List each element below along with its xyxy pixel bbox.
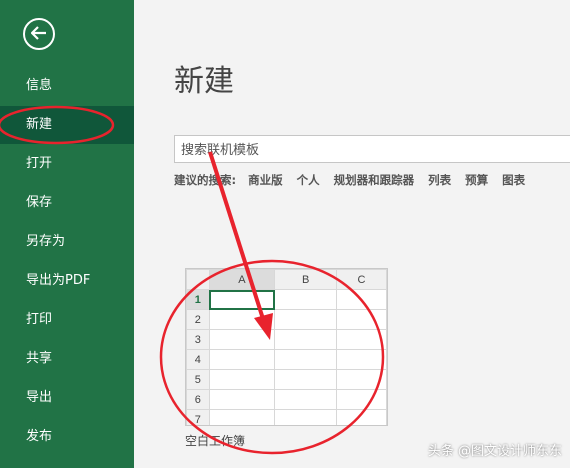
nav-item-new[interactable]: 新建 xyxy=(0,106,134,144)
suggestion-personal[interactable]: 个人 xyxy=(297,172,320,188)
nav-item-share[interactable]: 共享 xyxy=(0,340,134,378)
suggestion-budgets[interactable]: 预算 xyxy=(465,172,488,188)
active-cell xyxy=(208,289,276,310)
row-header: 7 xyxy=(186,409,210,425)
watermark: 头条 @图文设计师东东 xyxy=(427,444,562,459)
nav-item-export[interactable]: 导出 xyxy=(0,379,134,417)
suggestion-business[interactable]: 商业版 xyxy=(248,172,283,188)
page-title: 新建 xyxy=(174,64,234,99)
nav-item-save-as[interactable]: 另存为 xyxy=(0,223,134,261)
suggestion-planners[interactable]: 规划器和跟踪器 xyxy=(334,172,415,188)
nav-item-print[interactable]: 打印 xyxy=(0,301,134,339)
template-grid: A B C 1 2 3 4 5 6 7 xyxy=(186,269,387,425)
suggested-searches: 建议的搜索: 商业版 个人 规划器和跟踪器 列表 预算 图表 xyxy=(174,172,525,188)
suggested-label: 建议的搜索: xyxy=(174,173,237,187)
row-header: 6 xyxy=(186,389,210,410)
template-label: 空白工作簿 xyxy=(185,434,246,448)
back-arrow-icon xyxy=(30,25,47,44)
suggestion-lists[interactable]: 列表 xyxy=(428,172,451,188)
nav-item-info[interactable]: 信息 xyxy=(0,67,134,105)
suggestion-charts[interactable]: 图表 xyxy=(502,172,525,188)
row-header: 3 xyxy=(186,329,210,350)
nav-item-open[interactable]: 打开 xyxy=(0,145,134,183)
column-header: A xyxy=(208,269,276,290)
row-header: 5 xyxy=(186,369,210,390)
main-panel: 新建 建议的搜索: 商业版 个人 规划器和跟踪器 列表 预算 图表 A B C … xyxy=(134,0,570,468)
column-header: B xyxy=(274,269,337,290)
row-header: 1 xyxy=(186,289,210,310)
blank-workbook-template[interactable]: A B C 1 2 3 4 5 6 7 xyxy=(185,268,388,426)
nav-item-publish[interactable]: 发布 xyxy=(0,418,134,456)
nav-item-save[interactable]: 保存 xyxy=(0,184,134,222)
corner-cell xyxy=(186,269,210,290)
back-button[interactable] xyxy=(23,18,55,50)
nav-item-export-pdf[interactable]: 导出为PDF xyxy=(0,262,134,300)
row-header: 4 xyxy=(186,349,210,370)
row-header: 2 xyxy=(186,309,210,330)
search-input[interactable] xyxy=(175,136,570,164)
backstage-sidebar: 信息 新建 打开 保存 另存为 导出为PDF 打印 共享 导出 发布 xyxy=(0,0,134,468)
column-header: C xyxy=(335,269,387,290)
search-box[interactable] xyxy=(174,135,570,164)
